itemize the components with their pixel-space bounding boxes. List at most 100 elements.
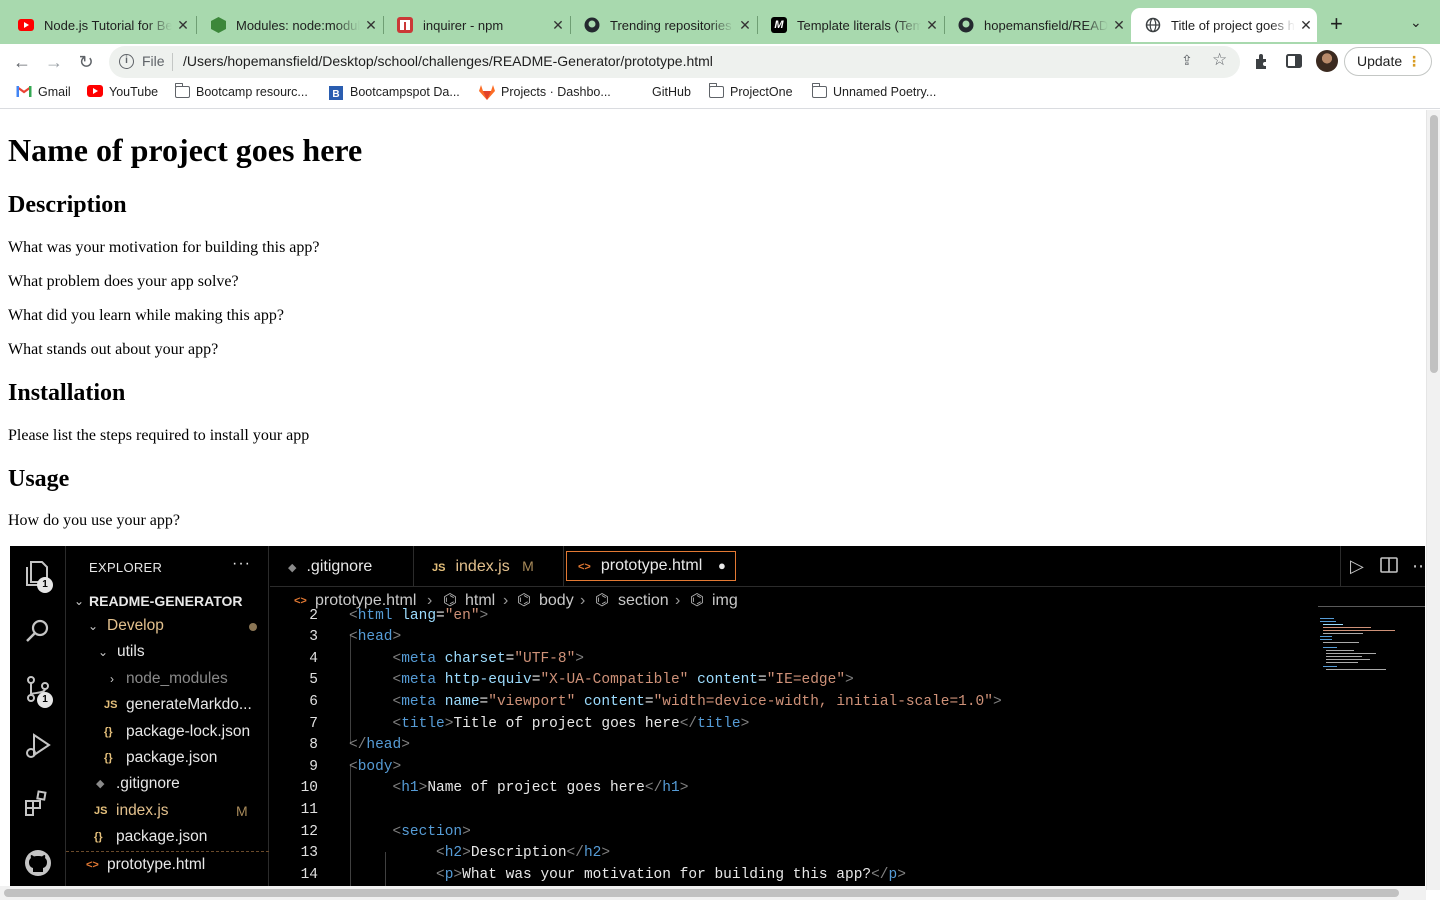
bookmark-label: Gmail	[38, 85, 71, 99]
new-tab-icon[interactable]: +	[1330, 13, 1343, 35]
editor-tab-active[interactable]: <> prototype.html ●	[566, 551, 736, 581]
tab-title: hopemansfield/README	[984, 17, 1108, 33]
forward-icon[interactable]: →	[42, 50, 66, 74]
bookmark-item[interactable]: GitHub	[630, 85, 691, 99]
code-area[interactable]: 2 <html lang="en"> 3 <head> 4 <meta char…	[270, 606, 1425, 886]
more-actions-icon[interactable]: ···	[232, 555, 251, 573]
bookmark-label: Bootcampspot Da...	[350, 85, 460, 99]
npm-icon	[397, 17, 413, 33]
menu-dots-icon[interactable]: ⋮	[1407, 48, 1421, 75]
tree-file[interactable]: {} package.json	[66, 824, 269, 850]
bookmark-label: YouTube	[109, 85, 159, 99]
tree-file[interactable]: ◆ .gitignore	[66, 771, 269, 797]
reload-icon[interactable]: ↻	[74, 50, 98, 74]
git-file-icon: ◆	[96, 778, 105, 790]
url-text[interactable]: /Users/hopemansfield/Desktop/school/chal…	[183, 53, 713, 69]
browser-tab[interactable]: hopemansfield/README ✕	[944, 8, 1130, 42]
close-tab-icon[interactable]: ✕	[547, 17, 569, 34]
scrollbar-thumb[interactable]	[4, 889, 1399, 897]
unsaved-dot[interactable]: ●	[718, 552, 726, 579]
close-tab-icon[interactable]: ✕	[172, 17, 194, 34]
close-tab-icon[interactable]: ✕	[360, 17, 382, 34]
split-editor-icon[interactable]	[1380, 556, 1398, 579]
minimap[interactable]	[1320, 616, 1420, 686]
tree-label: package-lock.json	[126, 723, 251, 740]
close-tab-icon[interactable]: ✕	[734, 17, 756, 34]
bookmark-item[interactable]: Unnamed Poetry...	[811, 83, 936, 99]
run-icon[interactable]: ▷	[1350, 556, 1364, 577]
tab-label: index.js	[455, 558, 510, 575]
youtube-icon	[18, 17, 34, 33]
side-panel-icon[interactable]	[1284, 52, 1304, 72]
bookmark-item[interactable]: B Bootcampspot Da...	[328, 85, 460, 100]
tree-file[interactable]: {} package-lock.json	[66, 719, 269, 745]
github-icon	[630, 85, 646, 99]
bookmark-star-icon[interactable]: ☆	[1212, 50, 1227, 70]
bookmark-label: Bootcamp resourc...	[196, 85, 308, 99]
extensions-icon[interactable]	[1252, 52, 1272, 72]
html-file-icon: <>	[578, 561, 591, 573]
code-line: <meta http-equiv="X-UA-Compatible" conte…	[392, 672, 854, 688]
run-debug-icon[interactable]	[23, 731, 53, 761]
tree-file-selected[interactable]: <> prototype.html	[66, 851, 269, 877]
vertical-scrollbar[interactable]	[1426, 110, 1440, 890]
browser-tab[interactable]: M Template literals (Template strings) ✕	[757, 8, 943, 42]
section-heading: Description	[8, 192, 127, 218]
tree-label: index.js	[116, 802, 169, 819]
back-icon[interactable]: ←	[10, 50, 34, 74]
close-tab-icon[interactable]: ✕	[1295, 17, 1317, 34]
youtube-icon	[87, 85, 103, 99]
profile-avatar[interactable]	[1316, 50, 1338, 72]
paragraph: What was your motivation for building th…	[8, 239, 320, 256]
update-button[interactable]: Update ⋮	[1344, 47, 1432, 76]
tree-file[interactable]: JS index.js M	[66, 798, 269, 824]
page-title: Name of project goes here	[8, 132, 363, 168]
breadcrumb-item[interactable]: img	[712, 588, 738, 614]
editor-tab[interactable]: JS index.js M	[414, 546, 564, 587]
bookmark-item[interactable]: ProjectOne	[708, 83, 793, 99]
element-icon: ⌬	[690, 592, 704, 609]
bootcampspot-icon: B	[328, 85, 344, 100]
git-status: M	[236, 803, 248, 819]
bookmark-item[interactable]: Bootcamp resourc...	[174, 83, 308, 99]
browser-tab[interactable]: Modules: node:module ✕	[196, 8, 382, 42]
tree-root[interactable]: ⌄ README-GENERATOR	[66, 588, 269, 614]
horizontal-scrollbar[interactable]	[0, 886, 1426, 900]
browser-tab-active[interactable]: Title of project goes here ✕	[1131, 8, 1317, 42]
chevron-down-icon: ⌄	[98, 645, 109, 659]
extensions-icon[interactable]	[23, 789, 53, 819]
address-bar[interactable]: i File /Users/hopemansfield/Desktop/scho…	[109, 46, 1240, 78]
close-tab-icon[interactable]: ✕	[1108, 17, 1130, 34]
search-icon[interactable]	[23, 616, 53, 646]
share-icon[interactable]: ⇪	[1181, 52, 1193, 69]
github-icon[interactable]	[23, 848, 53, 878]
tree-folder[interactable]: ⌄ utils	[66, 639, 269, 665]
browser-tab[interactable]: Node.js Tutorial for Beginners ✕	[4, 8, 194, 42]
chevron-right-icon: ›	[503, 592, 509, 609]
line-number: 3	[309, 629, 318, 645]
close-tab-icon[interactable]: ✕	[921, 17, 943, 34]
json-file-icon: {}	[94, 831, 103, 843]
page-content: Name of project goes here Description Wh…	[0, 110, 1424, 546]
bookmark-item[interactable]: Gmail	[16, 85, 71, 99]
code-line: <meta charset="UTF-8">	[392, 651, 584, 667]
info-icon[interactable]: i	[119, 54, 134, 69]
breadcrumb-item[interactable]: body	[539, 588, 574, 614]
more-actions-icon[interactable]: ⋯	[1412, 556, 1425, 577]
bookmark-item[interactable]: Projects · Dashbo...	[479, 85, 611, 100]
tree-file[interactable]: JS generateMarkdo...	[66, 692, 269, 718]
breadcrumb-item[interactable]: section	[618, 588, 669, 614]
js-file-icon: JS	[104, 699, 118, 711]
tree-file[interactable]: {} package.json	[66, 745, 269, 771]
folder-icon	[708, 83, 724, 98]
chevron-down-icon[interactable]: ⌄	[1410, 14, 1422, 31]
tree-folder[interactable]: ⌄ Develop	[66, 613, 269, 639]
browser-tab[interactable]: Trending repositories ✕	[570, 8, 756, 42]
tree-folder[interactable]: › node_modules	[66, 666, 269, 692]
update-label: Update	[1357, 53, 1403, 69]
scrollbar-thumb[interactable]	[1430, 115, 1438, 373]
editor-tab[interactable]: ◆ .gitignore	[270, 546, 414, 587]
browser-tab[interactable]: inquirer - npm ✕	[383, 8, 569, 42]
bookmark-item[interactable]: YouTube	[87, 85, 158, 99]
chevron-right-icon: ›	[110, 672, 114, 686]
